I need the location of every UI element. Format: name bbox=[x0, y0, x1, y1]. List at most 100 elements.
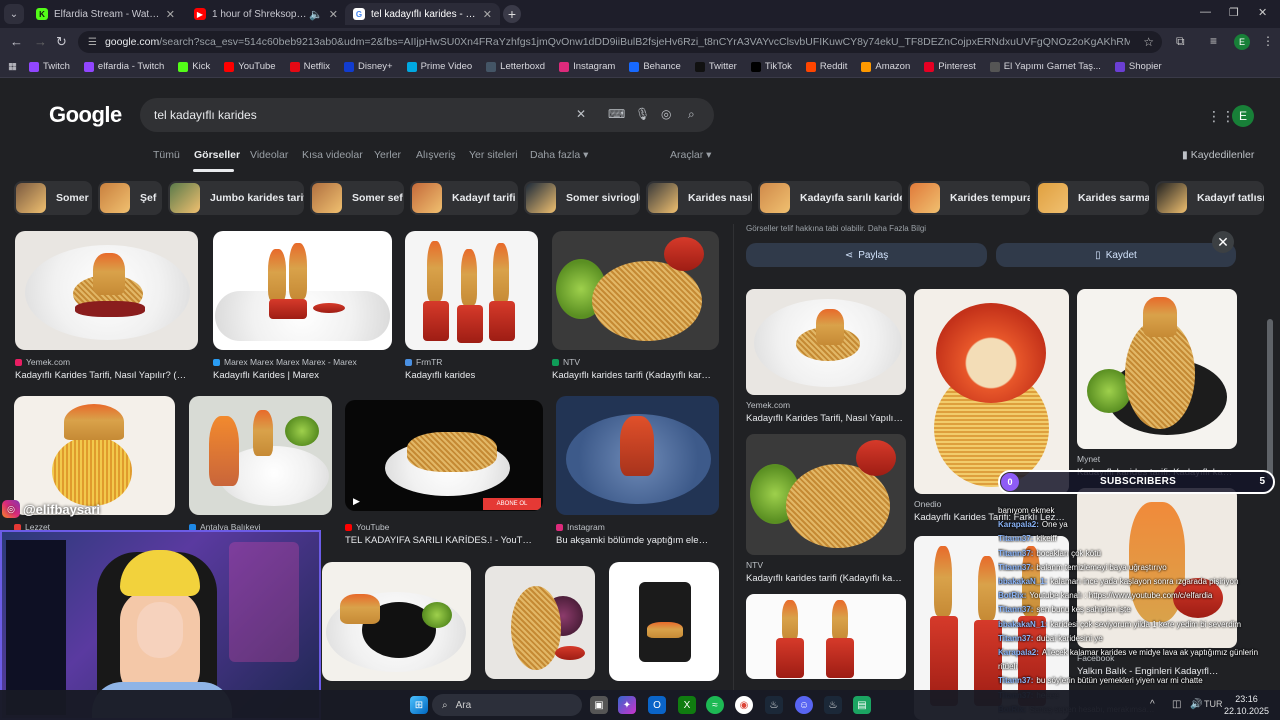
refinement-chip[interactable]: Somer sef bbox=[310, 181, 404, 215]
minimize-icon[interactable]: — bbox=[1200, 6, 1211, 18]
result-source[interactable]: YouTube bbox=[345, 522, 389, 532]
result-thumbnail[interactable] bbox=[556, 396, 719, 515]
result-thumbnail[interactable]: ABONE OL ▶ bbox=[345, 400, 543, 511]
refinement-chip[interactable]: Jumbo karides tarifi bbox=[168, 181, 304, 215]
related-thumbnail[interactable] bbox=[746, 289, 906, 395]
search-icon[interactable]: ⌕ bbox=[688, 107, 695, 122]
tab-images[interactable]: Görseller bbox=[194, 149, 240, 161]
tab-short-videos[interactable]: Kısa videolar bbox=[302, 149, 363, 161]
network-icon[interactable]: ◫ bbox=[1172, 699, 1181, 710]
spotify-icon[interactable]: ≈ bbox=[706, 696, 724, 714]
play-icon[interactable]: ▶ bbox=[353, 496, 360, 507]
related-caption[interactable]: Kadayıflı Karides Tarifi, Nasıl Yapılı… bbox=[746, 413, 906, 424]
bookmark-item[interactable]: Amazon bbox=[861, 61, 910, 72]
bookmark-item[interactable]: Kick bbox=[178, 61, 210, 72]
related-caption[interactable]: Kadayıflı karides tarifi (Kadayıflı ka… bbox=[746, 573, 906, 584]
restore-icon[interactable]: ❐ bbox=[1229, 6, 1239, 19]
bookmark-item[interactable]: Prime Video bbox=[406, 61, 472, 72]
result-source[interactable]: NTV bbox=[552, 357, 580, 367]
bookmark-item[interactable]: Behance bbox=[629, 61, 681, 72]
browser-tab-google[interactable]: G tel kadayıflı karides - Google'da ✕ bbox=[345, 3, 500, 25]
bookmark-item[interactable]: Twitter bbox=[694, 61, 737, 72]
bookmark-item[interactable]: Netflix bbox=[289, 61, 330, 72]
result-thumbnail[interactable] bbox=[15, 231, 198, 350]
browser-profile-avatar[interactable]: E bbox=[1234, 34, 1250, 50]
result-thumbnail[interactable] bbox=[213, 231, 392, 350]
media-control-icon[interactable]: ≡ bbox=[1210, 34, 1217, 48]
refinement-chip[interactable]: Somer bbox=[14, 181, 92, 215]
result-caption[interactable]: TEL KADAYIFA SARILI KARİDES.! - YouT… bbox=[345, 535, 543, 546]
volume-icon[interactable]: 🔊 bbox=[1190, 699, 1202, 710]
clear-search-icon[interactable]: ✕ bbox=[576, 107, 586, 121]
bookmark-item[interactable]: Twitch bbox=[28, 61, 70, 72]
tray-chevron-icon[interactable]: ^ bbox=[1150, 699, 1155, 710]
result-thumbnail[interactable] bbox=[485, 566, 595, 679]
system-clock[interactable]: 23:16 22.10.2025 bbox=[1224, 693, 1269, 717]
related-source[interactable]: Onedio bbox=[914, 499, 941, 509]
browser-menu-icon[interactable]: ⋮ bbox=[1262, 34, 1274, 48]
forward-icon[interactable]: → bbox=[34, 34, 47, 49]
microphone-icon[interactable]: 🎙 bbox=[635, 107, 650, 121]
result-thumbnail[interactable] bbox=[322, 562, 471, 681]
result-source[interactable]: Marex Marex Marex Marex - Marex bbox=[213, 357, 357, 367]
tab-shopping[interactable]: Alışveriş bbox=[416, 149, 456, 161]
bookmark-item[interactable]: Reddit bbox=[805, 61, 847, 72]
related-thumbnail[interactable] bbox=[746, 594, 906, 679]
bookmark-star-icon[interactable]: ☆ bbox=[1143, 35, 1154, 49]
refinement-chip[interactable]: Şef bbox=[98, 181, 162, 215]
refinement-chip[interactable]: Somer sivrioglu bbox=[524, 181, 640, 215]
lens-icon[interactable]: ◎ bbox=[661, 107, 671, 121]
result-source[interactable]: FrmTR bbox=[405, 357, 442, 367]
refinement-chip[interactable]: Karides tempura bbox=[908, 181, 1030, 215]
bookmark-item[interactable]: YouTube bbox=[224, 61, 276, 72]
language-indicator[interactable]: TUR bbox=[1204, 699, 1223, 709]
reload-icon[interactable]: ↻ bbox=[56, 34, 67, 50]
bookmark-item[interactable]: Letterboxd bbox=[486, 61, 545, 72]
result-thumbnail[interactable] bbox=[552, 231, 719, 350]
result-source[interactable]: Yemek.com bbox=[15, 357, 70, 367]
tab-search-button[interactable]: ⌄ bbox=[4, 4, 24, 24]
close-panel-icon[interactable]: ✕ bbox=[1212, 231, 1234, 253]
close-icon[interactable]: ✕ bbox=[166, 8, 175, 21]
chrome-icon[interactable]: ◉ bbox=[735, 696, 753, 714]
related-thumbnail[interactable] bbox=[746, 434, 906, 555]
tab-all[interactable]: Tümü bbox=[153, 149, 180, 161]
windows-start-icon[interactable]: ⊞ bbox=[410, 696, 428, 714]
refinement-chip[interactable]: Kadayıfa sarılı karides bbox=[758, 181, 902, 215]
browser-tab-youtube[interactable]: ▶ 1 hour of Shreksophone - 🔈 ✕ bbox=[186, 3, 346, 25]
bookmark-item[interactable]: Disney+ bbox=[343, 61, 393, 72]
tools-button[interactable]: Araçlar ▾ bbox=[670, 149, 711, 161]
related-source[interactable]: Mynet bbox=[1077, 454, 1100, 464]
close-icon[interactable]: ✕ bbox=[483, 8, 492, 21]
bookmark-item[interactable]: El Yapımı Garnet Taş... bbox=[989, 61, 1101, 72]
result-thumbnail[interactable] bbox=[189, 396, 332, 515]
refinement-chip[interactable]: Karides sarma bbox=[1036, 181, 1149, 215]
result-thumbnail[interactable] bbox=[609, 562, 719, 681]
result-thumbnail[interactable] bbox=[405, 231, 538, 350]
tab-videos[interactable]: Videolar bbox=[250, 149, 288, 161]
site-info-icon[interactable]: ☰ bbox=[88, 37, 97, 48]
tab-sites[interactable]: Yer siteleri bbox=[469, 149, 518, 161]
steam-alt-icon[interactable]: ♨ bbox=[824, 696, 842, 714]
address-bar[interactable]: ☰ google.com/search?sca_esv=514c60beb921… bbox=[78, 31, 1162, 53]
account-avatar[interactable]: E bbox=[1232, 105, 1254, 127]
taskbar-search[interactable]: ⌕ Ara bbox=[432, 694, 582, 716]
result-caption[interactable]: Kadayıflı Karides Tarifi, Nasıl Yapılır?… bbox=[15, 370, 198, 381]
result-caption[interactable]: Kadayıflı Karides | Marex bbox=[213, 370, 392, 381]
result-caption[interactable]: Kadayıflı karides tarifi (Kadayıflı kar… bbox=[552, 370, 719, 381]
bookmark-item[interactable]: Pinterest bbox=[924, 61, 976, 72]
tab-more[interactable]: Daha fazla ▾ bbox=[530, 149, 588, 161]
close-icon[interactable]: ✕ bbox=[329, 8, 338, 21]
save-button[interactable]: ▯ Kaydet bbox=[996, 243, 1236, 267]
outlook-icon[interactable]: O bbox=[648, 696, 666, 714]
google-logo[interactable]: Google bbox=[49, 102, 122, 128]
window-close-icon[interactable]: ✕ bbox=[1258, 6, 1267, 19]
new-tab-button[interactable]: + bbox=[503, 5, 521, 23]
related-thumbnail[interactable] bbox=[1077, 289, 1237, 449]
bookmark-item[interactable]: Shopier bbox=[1114, 61, 1162, 72]
refinement-chip[interactable]: Kadayıf tarifi bbox=[410, 181, 518, 215]
scrollbar-thumb[interactable] bbox=[1267, 319, 1273, 479]
copilot-icon[interactable]: ✦ bbox=[618, 696, 636, 714]
share-button[interactable]: ⋖ Paylaş bbox=[746, 243, 987, 267]
result-caption[interactable]: Bu akşamki bölümde yaptığım ele… bbox=[556, 535, 719, 546]
